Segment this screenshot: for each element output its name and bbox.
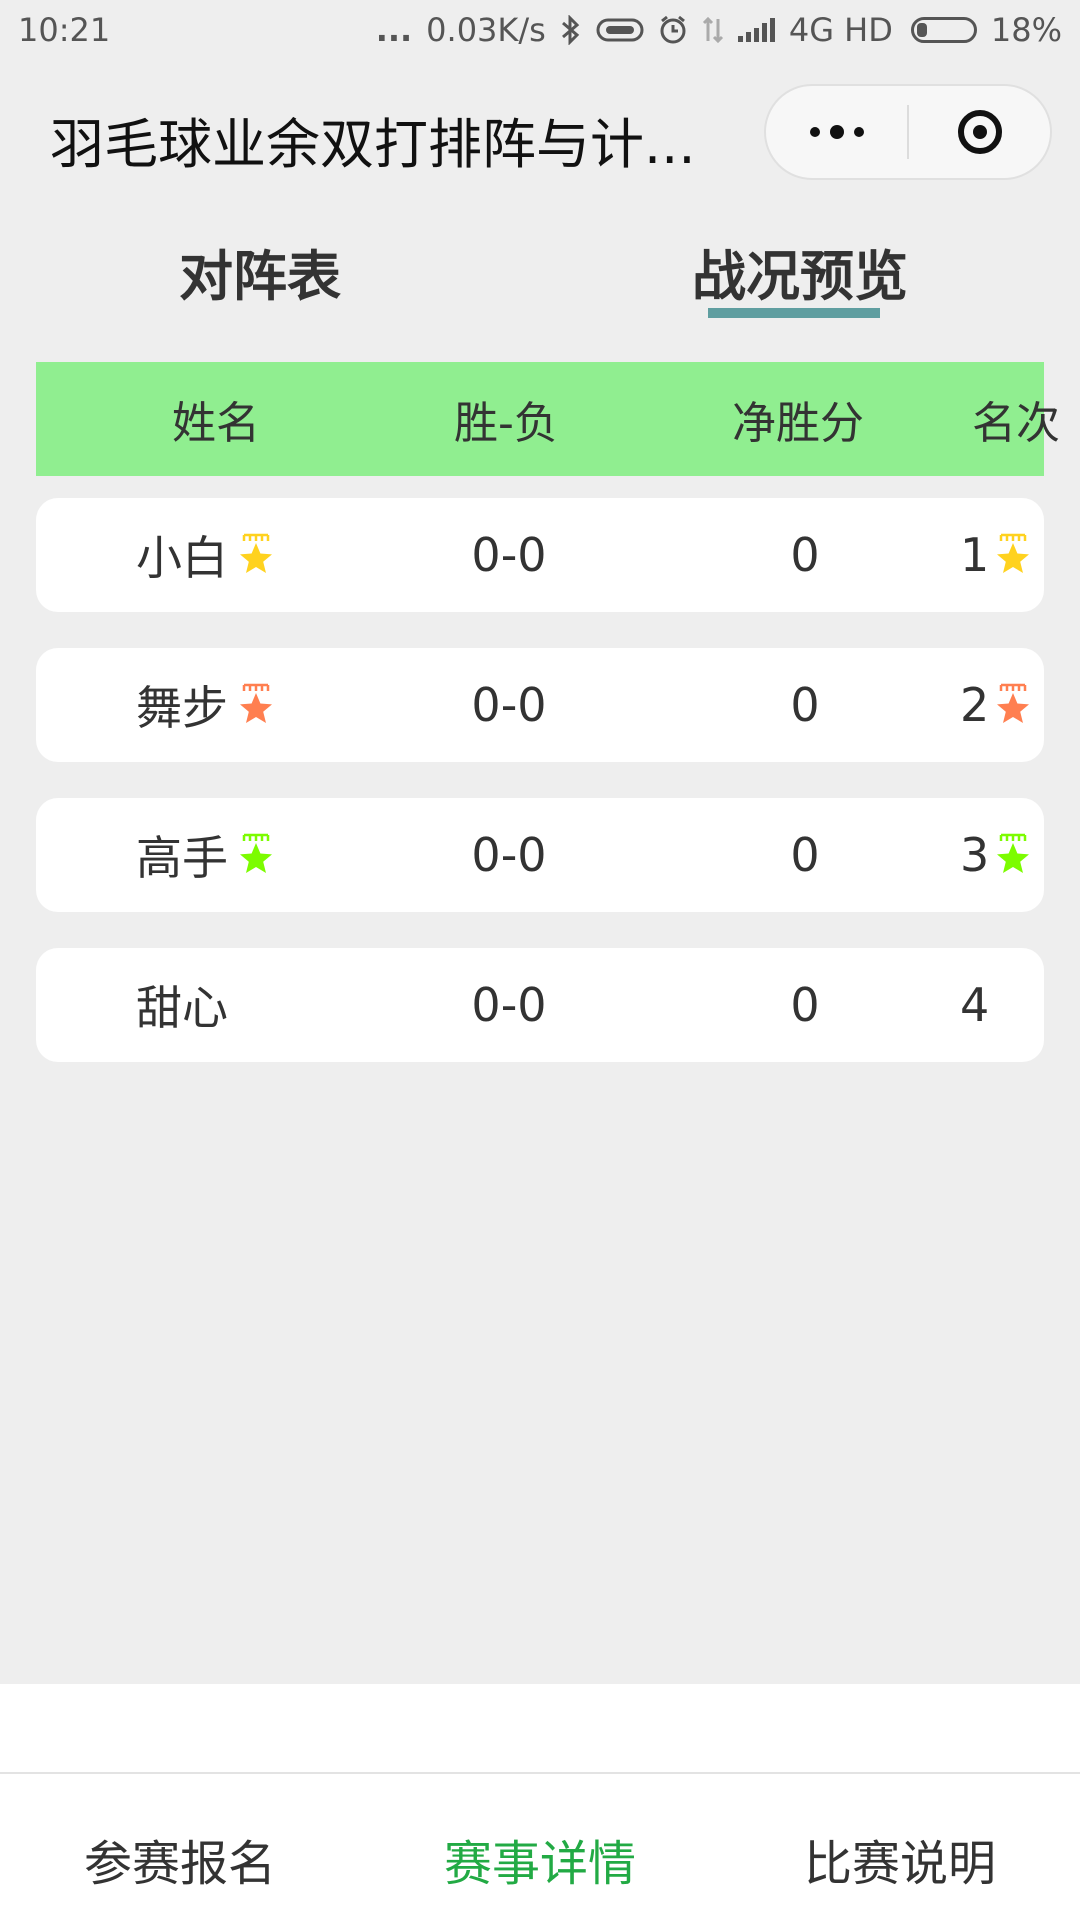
more-dots-icon: ... [375, 11, 413, 49]
net-points: 0 [790, 978, 820, 1032]
rank-cell: 1 [960, 498, 1033, 612]
rank-cell: 4 [960, 948, 989, 1062]
medal-star-icon [997, 683, 1030, 723]
player-name-cell: 甜心 [136, 948, 228, 1062]
medal-star-icon [240, 533, 272, 573]
net-points: 0 [790, 528, 820, 582]
network-speed: 0.03K/s [426, 11, 546, 49]
table-row: 高手 0-0 0 3 [36, 798, 1044, 912]
bottom-nav: 参赛报名 赛事详情 比赛说明 [0, 1684, 1080, 1920]
tab-overview[interactable]: 战况预览 [680, 232, 920, 311]
close-button[interactable] [909, 86, 1050, 178]
medal-star-icon [240, 683, 272, 723]
net-points: 0 [790, 678, 820, 732]
player-name: 小白 [136, 531, 228, 585]
medal-star-icon [997, 833, 1030, 873]
nav-signup[interactable]: 参赛报名 [30, 1824, 330, 1894]
player-name: 甜心 [136, 981, 228, 1035]
player-name: 高手 [136, 831, 228, 885]
mini-program-capsule [764, 84, 1052, 180]
win-loss: 0-0 [471, 678, 547, 732]
rank-value: 3 [960, 828, 990, 882]
rank-value: 2 [960, 678, 990, 732]
nav-divider [0, 1772, 1080, 1774]
battery-icon [910, 17, 977, 43]
title-bar: 羽毛球业余双打排阵与计... [0, 60, 1080, 200]
win-loss: 0-0 [471, 978, 547, 1032]
table-row: 舞步 0-0 0 2 [36, 648, 1044, 762]
rank-cell: 3 [960, 798, 1033, 912]
net-points: 0 [790, 828, 820, 882]
table-row: 小白 0-0 0 1 [36, 498, 1044, 612]
page-title: 羽毛球业余双打排阵与计... [50, 113, 690, 176]
more-button[interactable] [766, 86, 907, 178]
player-name: 舞步 [136, 681, 228, 735]
player-name-cell: 舞步 [136, 648, 276, 762]
nav-event-details[interactable]: 赛事详情 [390, 1824, 690, 1894]
vibrate-icon [596, 16, 644, 44]
header-name: 姓名 [172, 398, 260, 449]
player-name-cell: 小白 [136, 498, 276, 612]
win-loss: 0-0 [471, 828, 547, 882]
status-icons: ... 0.03K/s 4G HD 18% [376, 11, 1062, 49]
table-row: 甜心 0-0 0 4 [36, 948, 1044, 1062]
header-net-points: 净胜分 [732, 398, 864, 449]
bluetooth-icon [560, 15, 582, 45]
target-icon [957, 110, 1002, 154]
medal-star-icon [997, 533, 1030, 573]
tab-bar: 对阵表 战况预览 [0, 220, 1080, 330]
table-header: 姓名 胜-负 净胜分 名次 [36, 362, 1060, 476]
status-bar: 10:21 ... 0.03K/s 4G HD 18% [0, 0, 1080, 60]
win-loss: 0-0 [471, 528, 547, 582]
data-arrows-icon [702, 15, 724, 45]
rank-cell: 2 [960, 648, 1033, 762]
signal-icon [737, 18, 775, 42]
network-type: 4G HD [788, 11, 893, 49]
medal-star-icon [240, 833, 272, 873]
alarm-icon [658, 15, 688, 45]
nav-rules[interactable]: 比赛说明 [750, 1824, 1050, 1894]
status-time: 10:21 [18, 11, 111, 49]
header-win-loss: 胜-负 [454, 398, 558, 449]
battery-percent: 18% [990, 11, 1062, 49]
active-tab-indicator [708, 308, 880, 318]
more-icon [809, 125, 864, 139]
player-name-cell: 高手 [136, 798, 276, 912]
tab-schedule[interactable]: 对阵表 [170, 232, 350, 311]
rank-value: 4 [960, 978, 990, 1032]
rank-value: 1 [960, 528, 990, 582]
header-rank: 名次 [972, 398, 1060, 449]
